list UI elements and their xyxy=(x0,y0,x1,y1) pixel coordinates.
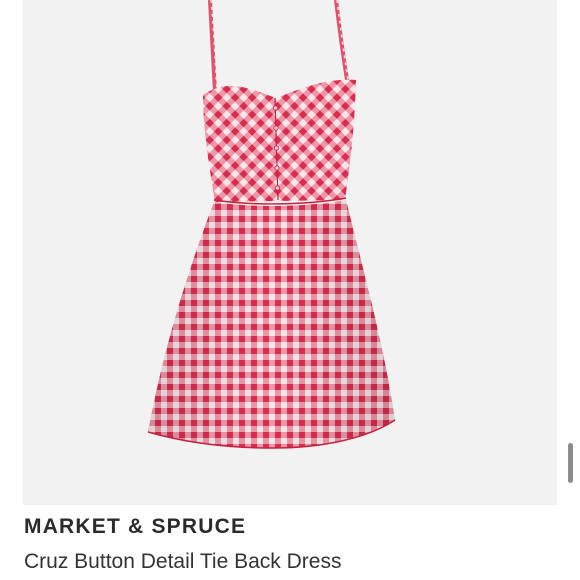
product-title[interactable]: Cruz Button Detail Tie Back Dress xyxy=(24,550,341,574)
product-image[interactable] xyxy=(23,0,557,505)
scrollbar[interactable] xyxy=(568,443,573,483)
brand-name[interactable]: MARKET & SPRUCE xyxy=(24,515,246,539)
listing-page: MARKET & SPRUCE Cruz Button Detail Tie B… xyxy=(0,0,580,580)
dress-bodice xyxy=(203,79,356,202)
dress-illustration xyxy=(147,0,396,449)
